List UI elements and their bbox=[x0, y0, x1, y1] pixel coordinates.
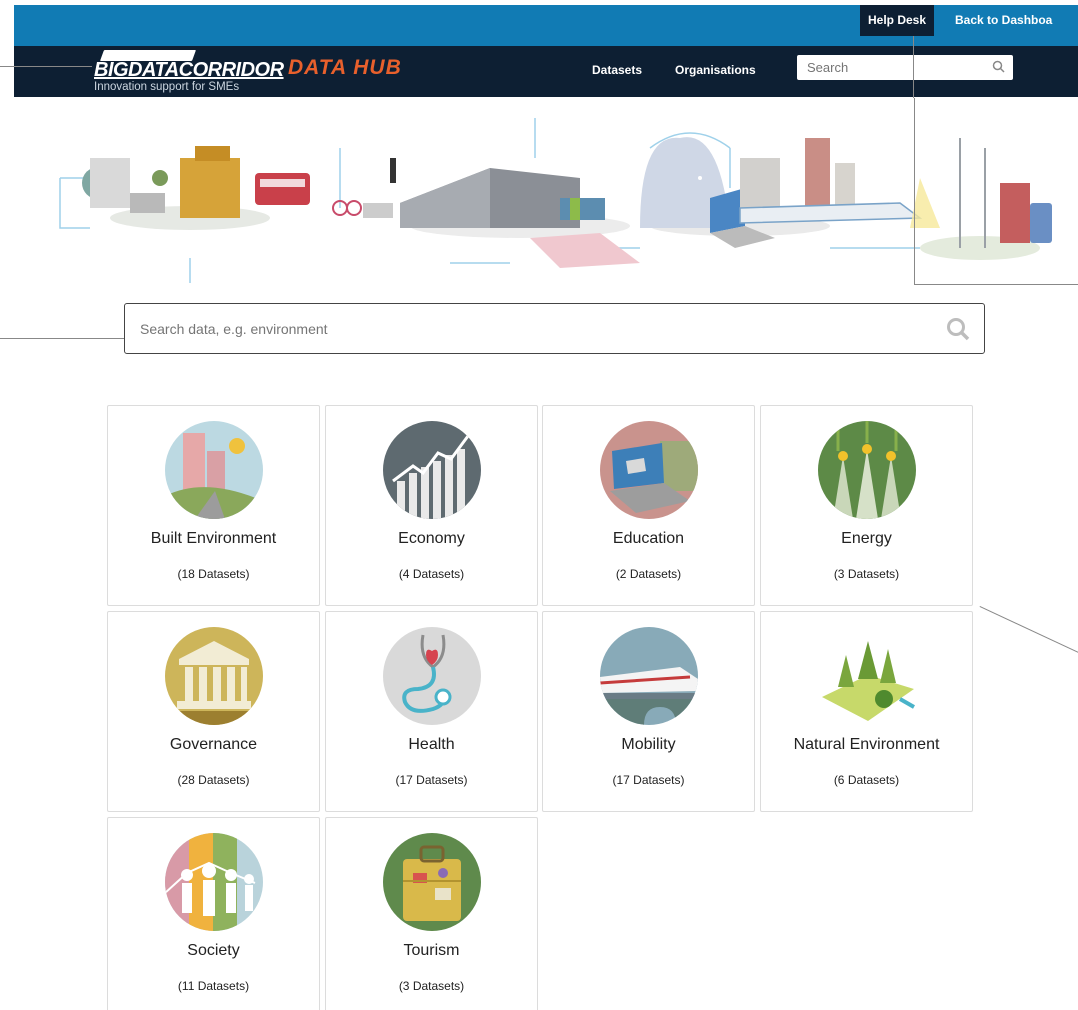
guide-line-logo bbox=[0, 66, 92, 67]
main-search-input[interactable] bbox=[125, 304, 905, 353]
category-count: (11 Datasets) bbox=[177, 979, 250, 993]
category-count: (18 Datasets) bbox=[177, 567, 250, 581]
category-name: Mobility bbox=[621, 736, 676, 753]
category-count: (6 Datasets) bbox=[833, 773, 900, 787]
category-card-governance[interactable]: Governance (28 Datasets) bbox=[107, 611, 320, 812]
nav-organisations[interactable]: Organisations bbox=[675, 63, 756, 77]
main-navbar: BIGDATACORRIDOR Innovation support for S… bbox=[14, 46, 1078, 97]
header-search-input[interactable] bbox=[797, 55, 977, 80]
category-name: Economy bbox=[398, 530, 465, 547]
category-name: Tourism bbox=[403, 942, 460, 959]
guide-line-grid bbox=[979, 606, 1078, 654]
buildings-icon bbox=[165, 421, 263, 519]
logo-wordmark: BIGDATACORRIDOR bbox=[94, 59, 284, 81]
nav-datasets[interactable]: Datasets bbox=[592, 63, 642, 77]
main-search bbox=[124, 303, 985, 354]
category-count: (3 Datasets) bbox=[398, 979, 465, 993]
stethoscope-icon bbox=[383, 627, 481, 725]
category-card-natural-environment[interactable]: Natural Environment (6 Datasets) bbox=[760, 611, 973, 812]
category-name: Education bbox=[612, 530, 685, 547]
category-count: (17 Datasets) bbox=[395, 773, 468, 787]
laptop-graduation-icon bbox=[600, 421, 698, 519]
trees-icon bbox=[818, 627, 916, 725]
category-name: Built Environment bbox=[150, 530, 277, 547]
category-count: (3 Datasets) bbox=[833, 567, 900, 581]
train-icon bbox=[600, 627, 698, 725]
category-card-society[interactable]: Society (11 Datasets) bbox=[107, 817, 320, 1010]
category-name: Governance bbox=[169, 736, 258, 753]
people-icon bbox=[165, 833, 263, 931]
category-name: Energy bbox=[841, 530, 892, 547]
data-hub-title: DATA HUB bbox=[288, 56, 402, 79]
category-count: (2 Datasets) bbox=[615, 567, 682, 581]
site-logo[interactable]: BIGDATACORRIDOR Innovation support for S… bbox=[94, 48, 284, 94]
category-card-economy[interactable]: Economy (4 Datasets) bbox=[325, 405, 538, 606]
category-card-health[interactable]: Health (17 Datasets) bbox=[325, 611, 538, 812]
category-name: Natural Environment bbox=[793, 736, 940, 753]
callout-box bbox=[914, 98, 1078, 285]
back-to-dashboard-link[interactable]: Back to Dashboa bbox=[955, 5, 1064, 36]
category-count: (28 Datasets) bbox=[177, 773, 250, 787]
category-card-education[interactable]: Education (2 Datasets) bbox=[542, 405, 755, 606]
light-bulbs-icon bbox=[818, 421, 916, 519]
growth-chart-icon bbox=[383, 421, 481, 519]
category-card-built-environment[interactable]: Built Environment (18 Datasets) bbox=[107, 405, 320, 606]
logo-subtitle: Innovation support for SMEs bbox=[94, 81, 240, 93]
page: Help Desk Back to Dashboa BIGDATACORRIDO… bbox=[0, 0, 1078, 1010]
guide-line-helpdesk bbox=[913, 36, 914, 98]
category-card-energy[interactable]: Energy (3 Datasets) bbox=[760, 405, 973, 606]
category-name: Health bbox=[408, 736, 455, 753]
search-icon[interactable] bbox=[946, 317, 970, 346]
help-desk-link[interactable]: Help Desk bbox=[860, 5, 935, 36]
category-card-tourism[interactable]: Tourism (3 Datasets) bbox=[325, 817, 538, 1010]
header-search bbox=[797, 55, 1013, 80]
government-building-icon bbox=[165, 627, 263, 725]
category-name: Society bbox=[187, 942, 240, 959]
guide-line-search bbox=[0, 338, 124, 339]
search-icon[interactable] bbox=[992, 60, 1005, 78]
suitcase-icon bbox=[383, 833, 481, 931]
category-count: (17 Datasets) bbox=[612, 773, 685, 787]
category-count: (4 Datasets) bbox=[398, 567, 465, 581]
category-card-mobility[interactable]: Mobility (17 Datasets) bbox=[542, 611, 755, 812]
